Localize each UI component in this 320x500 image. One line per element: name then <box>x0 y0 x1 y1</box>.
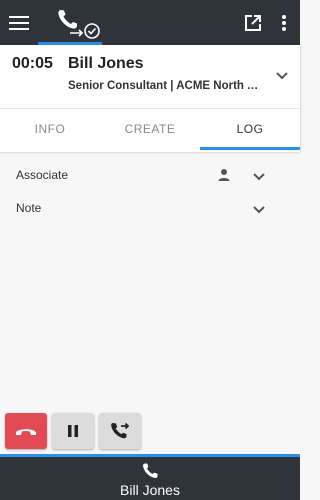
phone-check-icon <box>58 10 100 39</box>
hamburger-menu-icon <box>9 16 29 30</box>
tab-info[interactable]: INFO <box>0 109 100 149</box>
tab-log[interactable]: LOG <box>200 109 300 149</box>
menu-button[interactable] <box>6 10 32 36</box>
phone-tab[interactable] <box>52 6 104 40</box>
tab-bar: INFO CREATE LOG <box>0 108 300 152</box>
associate-label: Associate <box>16 168 69 182</box>
hangup-button[interactable] <box>5 413 47 449</box>
person-icon <box>218 169 230 181</box>
tab-active-indicator <box>200 147 300 150</box>
expand-caller-button[interactable] <box>272 65 292 85</box>
popout-button[interactable] <box>240 10 266 36</box>
hold-button[interactable] <box>52 413 94 449</box>
associate-row[interactable]: Associate <box>0 160 300 190</box>
more-options-button[interactable] <box>274 10 294 36</box>
caller-name: Bill Jones <box>68 55 144 72</box>
active-call-name: Bill Jones <box>120 482 180 498</box>
pause-icon <box>68 425 78 437</box>
open-external-icon <box>245 15 261 31</box>
call-timer: 00:05 <box>12 55 53 72</box>
caller-subtitle: Senior Consultant | ACME North A... <box>68 80 264 92</box>
tab-create[interactable]: CREATE <box>100 109 200 149</box>
note-row[interactable]: Note <box>0 193 300 223</box>
chevron-down-icon[interactable] <box>250 167 268 185</box>
more-vertical-icon <box>282 15 286 31</box>
phone-hangup-icon <box>16 429 36 435</box>
phone-icon <box>143 463 158 478</box>
chevron-down-icon[interactable] <box>250 200 268 218</box>
top-bar <box>0 0 300 45</box>
active-call-bar[interactable]: Bill Jones <box>0 454 300 500</box>
note-label: Note <box>16 201 42 215</box>
chevron-down-icon <box>276 72 288 80</box>
transfer-button[interactable] <box>99 413 141 449</box>
phone-forward-icon <box>111 422 130 439</box>
